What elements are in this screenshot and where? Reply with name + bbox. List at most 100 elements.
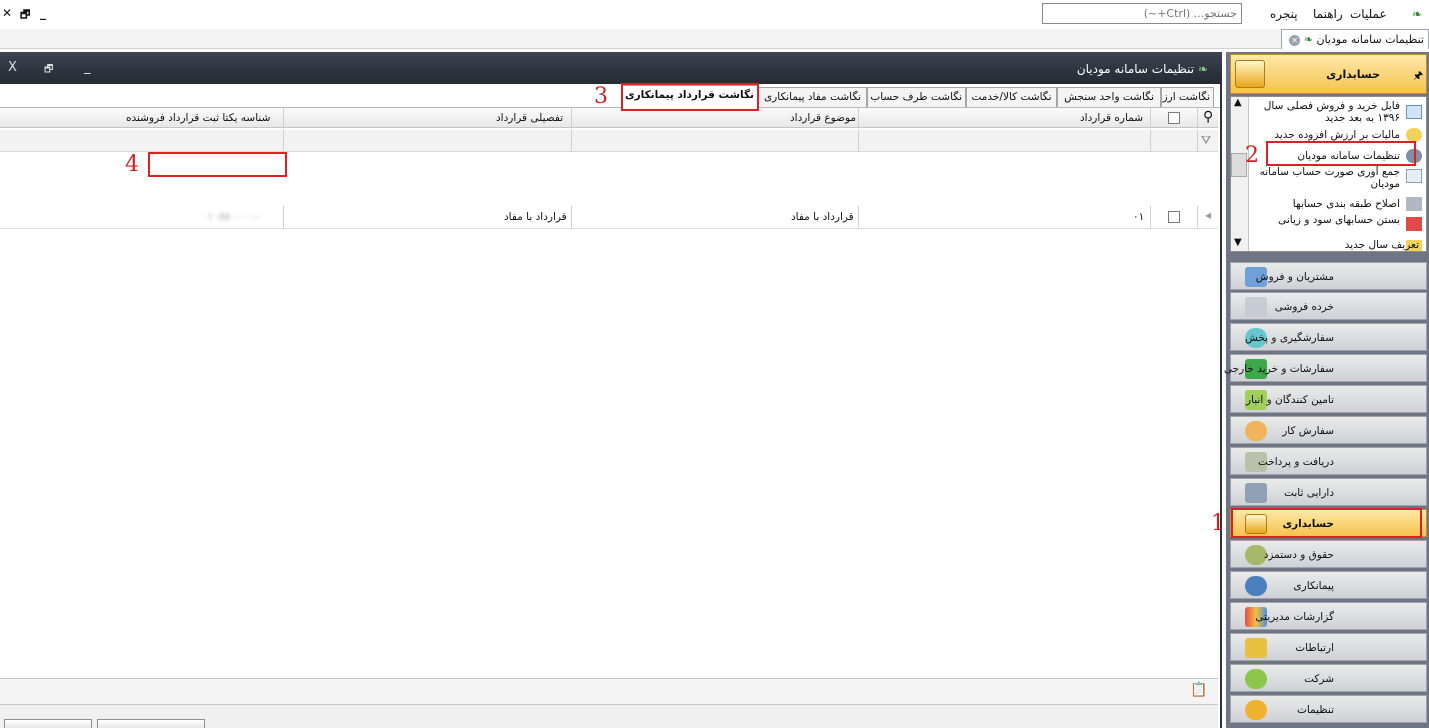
inner-window-title-text: تنظیمات سامانه مودیان [1076,62,1195,76]
scroll-down-icon[interactable]: ▼ [1234,237,1242,248]
grid-filter-row[interactable]: ⛛ [0,130,1218,152]
sidebar-item-close-pl-accounts[interactable]: بستن حسابهای سود و زیانی [1250,214,1400,226]
tab-contract-terms-mapping[interactable]: نگاشت مفاد پیمانکاری [758,87,867,107]
tab-label: تنظیمات سامانه مودیان [1316,33,1424,46]
module-label: تنظیمات [1296,704,1334,716]
pin-icon[interactable]: 🖈 [1413,67,1423,86]
annotation-box-unique-id [148,152,287,177]
sidebar-item-collect-invoices[interactable]: جمع آوری صورت حساب سامانه مودیان [1250,166,1400,190]
menu-item-window[interactable]: پنجره [1270,7,1298,21]
annotation-number-3: 3 [594,84,608,109]
scrollbar[interactable]: ▲ ▼ [1231,97,1249,251]
sidebar-item-vat[interactable]: مالیات بر ارزش افزوده جدید [1250,129,1400,141]
sidebar-module-communications[interactable]: ارتباطات [1230,633,1427,661]
sidebar-module-work-order[interactable]: سفارش کار [1230,416,1427,444]
sidebar-submenu-list: ▲ ▼ فایل خرید و فروش فصلی سال ۱۳۹۶ به بع… [1230,96,1427,252]
module-label: تامین کنندگان و انبار [1245,394,1334,406]
sidebar-header-title: حسابداری [1326,68,1380,81]
sidebar-module-customers-sales[interactable]: مشتریان و فروش [1230,262,1427,290]
sidebar-module-fixed-assets[interactable]: دارایی ثابت [1230,478,1427,506]
sidebar-module-management-reports[interactable]: گزارشات مدیریتی [1230,602,1427,630]
tab-unit-mapping[interactable]: نگاشت واحد سنجش [1057,87,1161,107]
module-label: سفارش کار [1282,425,1334,437]
cell-contract-detail[interactable]: قرارداد با مفاد [504,211,567,223]
module-label: دریافت و پرداخت [1257,456,1334,468]
sidebar-header[interactable]: حسابداری 🖈 [1230,54,1427,94]
app-logo-icon: ❧ [1412,7,1423,21]
annotation-number-1: 1 [1211,511,1225,536]
restore-icon[interactable]: 🗗 [20,6,30,25]
module-label: سفارشات و خرید خارجی [1223,363,1334,375]
sidebar-module-payroll[interactable]: حقوق و دستمزد [1230,540,1427,568]
sidebar-module-settings[interactable]: تنظیمات [1230,695,1427,723]
scroll-up-icon[interactable]: ▲ [1234,97,1242,108]
module-label: سفارشگیری و پخش [1245,332,1334,344]
row-indicator-icon: ◀ [1205,211,1212,220]
close-books-icon [1406,217,1422,231]
communications-icon [1245,638,1267,658]
column-header-contract-subject[interactable]: موضوع قرارداد [790,112,856,124]
sidebar-module-retail[interactable]: خرده فروشی [1230,292,1427,320]
sidebar-module-receipt-payment[interactable]: دریافت و پرداخت [1230,447,1427,475]
inner-restore-icon[interactable]: 🗗 [44,62,53,79]
annotation-number-2: 2 [1245,143,1259,168]
app-logo-icon: ❧ [1303,33,1313,46]
clipboard-icon[interactable]: 📋 [1190,682,1207,698]
tab-moadian-settings[interactable]: تنظیمات سامانه مودیان ❧ ✕ [1281,29,1429,49]
inner-minimize-icon[interactable]: _ [84,60,91,75]
action-button[interactable] [97,719,205,728]
file-icon [1406,105,1422,119]
retail-icon [1245,297,1267,317]
sidebar-item-fix-classification[interactable]: اصلاح طبقه بندی حسابها [1250,198,1400,210]
module-label: خرده فروشی [1274,301,1334,313]
pen-icon [1406,197,1422,211]
column-header-contract-detail[interactable]: تفصیلی قرارداد [496,112,563,124]
cell-unique-id[interactable]: ٠-٠١٠٥٥٠٠٠٠ [202,211,262,223]
contract-grid: ⚲ شماره قرارداد موضوع قرارداد تفصیلی قرا… [0,108,1220,678]
search-icon[interactable]: ⚲ [1203,109,1213,125]
sidebar-item-seasonal-file[interactable]: فایل خرید و فروش فصلی سال ۱۳۹۶ به بعد جد… [1250,100,1400,124]
tab-counterparty-mapping[interactable]: نگاشت طرف حساب [867,87,966,107]
search-input[interactable] [1042,3,1242,24]
sidebar-module-order-distribution[interactable]: سفارشگیری و پخش [1230,323,1427,351]
cell-contract-subject[interactable]: قرارداد با مفاد [791,211,854,223]
minimize-icon[interactable]: _ [40,6,46,20]
close-icon[interactable]: ✕ [2,6,12,20]
sidebar-item-new-year[interactable]: تعریف سال جدید [1269,239,1419,251]
module-label: ارتباطات [1295,642,1334,654]
module-label: گزارشات مدیریتی [1255,611,1334,623]
cell-contract-number[interactable]: ۰۱ [1133,211,1144,223]
sidebar-module-suppliers-warehouse[interactable]: تامین کنندگان و انبار [1230,385,1427,413]
list-clip: تعریف سال جدید [1250,238,1426,251]
inner-close-icon[interactable]: X [8,60,17,75]
table-row[interactable]: ◀ ۰۱ قرارداد با مفاد قرارداد با مفاد ٠-٠… [0,206,1218,229]
sidebar-module-foreign-purchases[interactable]: سفارشات و خرید خارجی [1224,354,1427,382]
annotation-number-4: 4 [125,152,139,177]
inner-window-title: ❧ تنظیمات سامانه مودیان [1077,62,1208,76]
menu-item-help[interactable]: راهنما [1313,7,1343,21]
row-checkbox[interactable] [1168,211,1180,223]
tab-currency-mapping[interactable]: نگاشت ارز [1161,87,1214,107]
inner-title-bar: ❧ تنظیمات سامانه مودیان _ 🗗 X [0,52,1222,84]
column-header-contract-number[interactable]: شماره قرارداد [1080,112,1143,124]
fixed-assets-icon [1245,483,1267,503]
module-label: شرکت [1304,673,1334,685]
menu-item-operations[interactable]: عملیات [1350,7,1387,21]
grid-header-row: ⚲ شماره قرارداد موضوع قرارداد تفصیلی قرا… [0,108,1218,128]
subtab-bar: نگاشت ارز نگاشت واحد سنجش نگاشت کالا/خدم… [0,84,1220,108]
tab-goods-service-mapping[interactable]: نگاشت کالا/خدمت [966,87,1057,107]
column-header-unique-id[interactable]: شناسه یکتا ثبت قرارداد فروشنده [126,112,270,124]
app-logo-icon: ❧ [1197,62,1208,76]
sidebar-module-company[interactable]: شرکت [1230,664,1427,692]
action-button[interactable] [4,719,92,728]
sidebar-module-contracting[interactable]: پیمانکاری [1230,571,1427,599]
coins-icon [1406,128,1422,142]
annotation-box-accounting [1231,508,1422,538]
close-tab-icon[interactable]: ✕ [1289,35,1301,46]
filter-icon[interactable]: ⛛ [1201,133,1211,148]
work-order-icon [1245,421,1267,441]
grid-footer: 📋 [0,678,1218,704]
select-all-checkbox[interactable] [1168,112,1180,124]
company-icon [1245,669,1267,689]
module-label: مشتریان و فروش [1255,271,1334,283]
